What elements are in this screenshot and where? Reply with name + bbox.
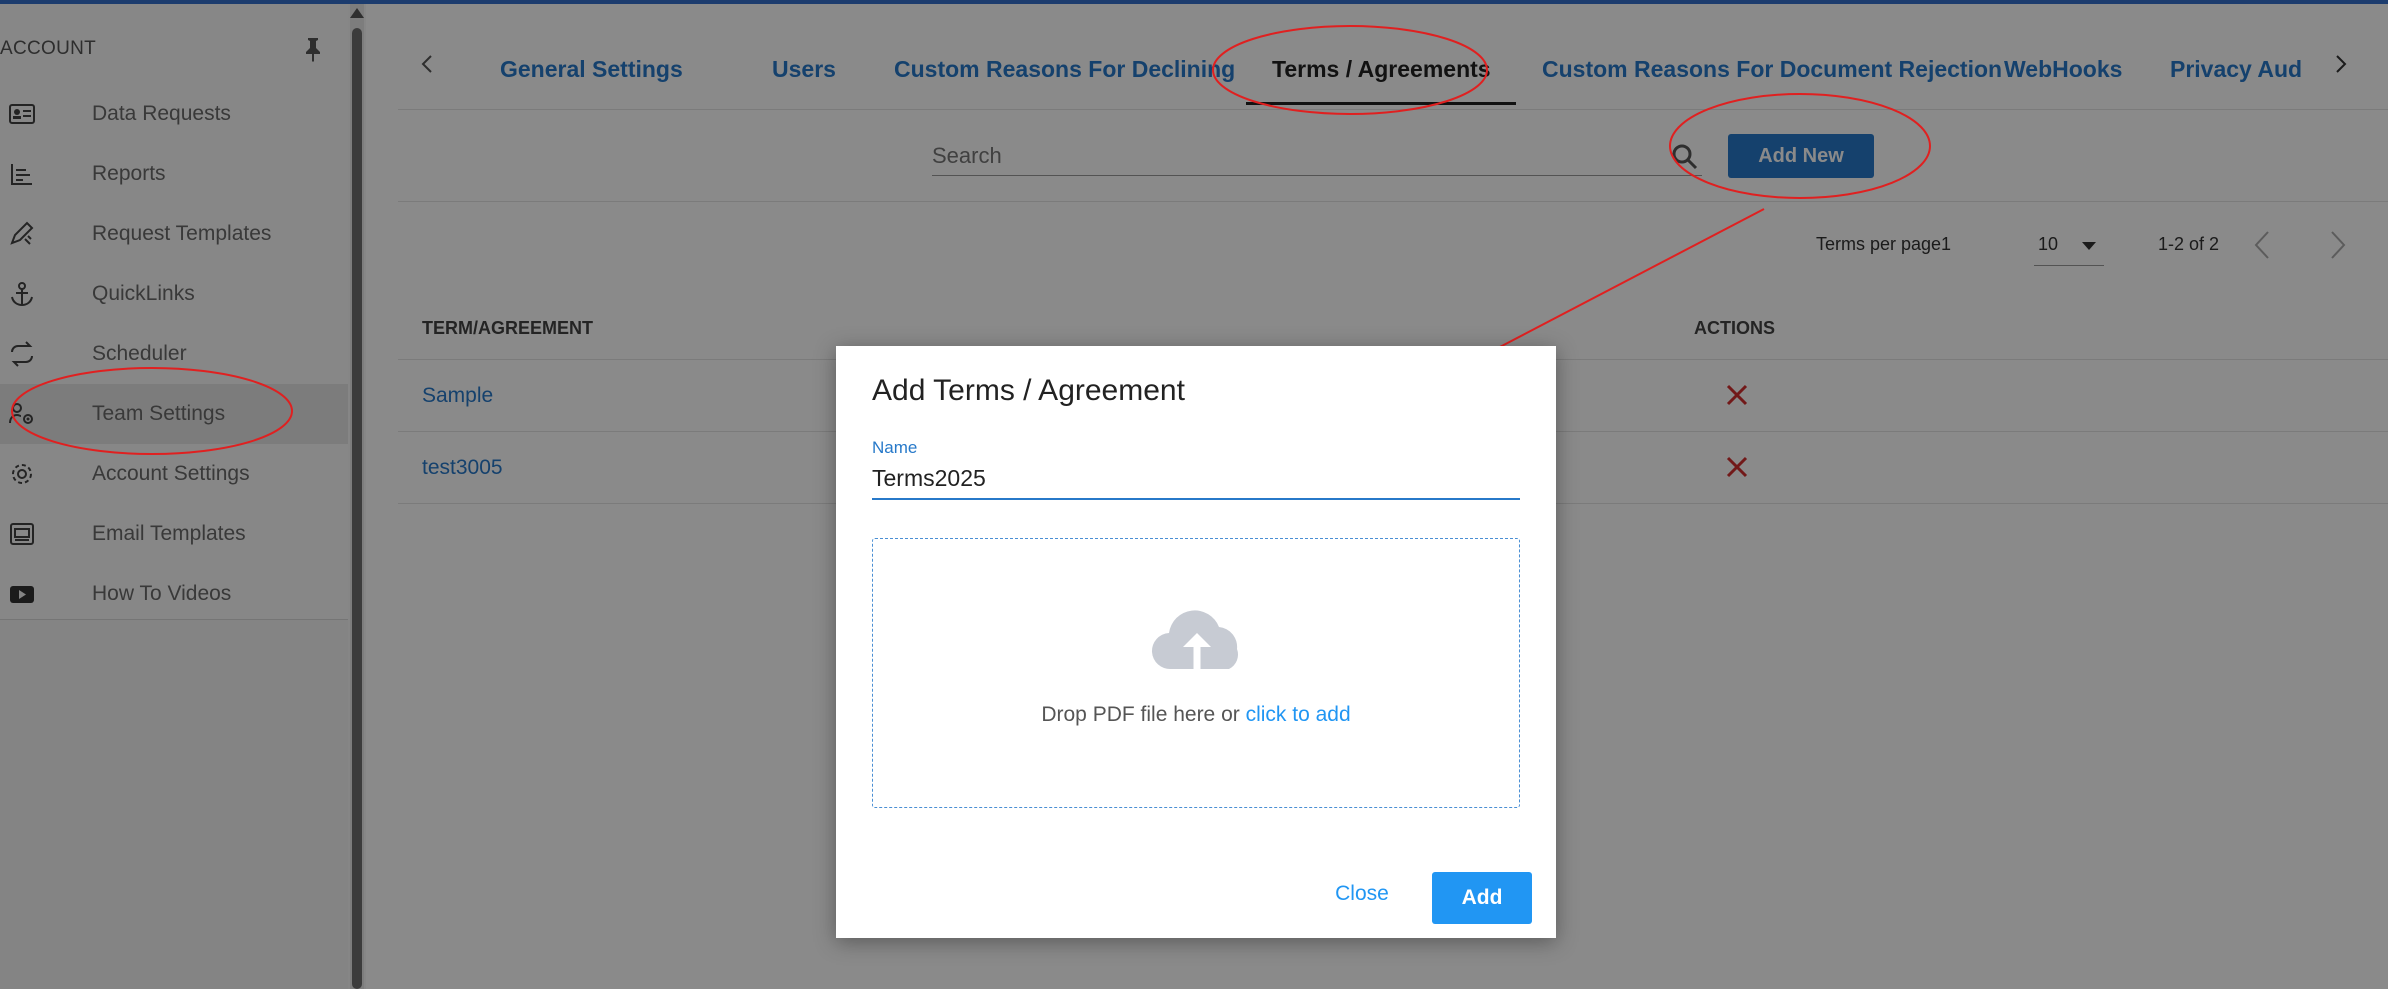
drop-instruction: Drop PDF file here or <box>1041 703 1246 726</box>
annotation-circle-tab <box>1212 25 1488 115</box>
click-to-add-link[interactable]: click to add <box>1246 703 1351 726</box>
close-button[interactable]: Close <box>1322 874 1402 914</box>
annotation-circle-team-settings <box>11 367 293 455</box>
pdf-dropzone[interactable]: Drop PDF file here or click to add <box>872 538 1520 808</box>
name-field[interactable] <box>872 458 1520 500</box>
add-button[interactable]: Add <box>1432 872 1532 924</box>
annotation-circle-add-new <box>1669 93 1931 199</box>
dropzone-text: Drop PDF file here or click to add <box>873 703 1519 727</box>
dialog-title: Add Terms / Agreement <box>872 374 1185 407</box>
top-accent-bar <box>0 0 2388 4</box>
add-terms-dialog: Add Terms / Agreement Name Drop PDF file… <box>836 346 1556 938</box>
cloud-upload-icon <box>1149 601 1245 673</box>
name-field-label: Name <box>872 438 918 457</box>
